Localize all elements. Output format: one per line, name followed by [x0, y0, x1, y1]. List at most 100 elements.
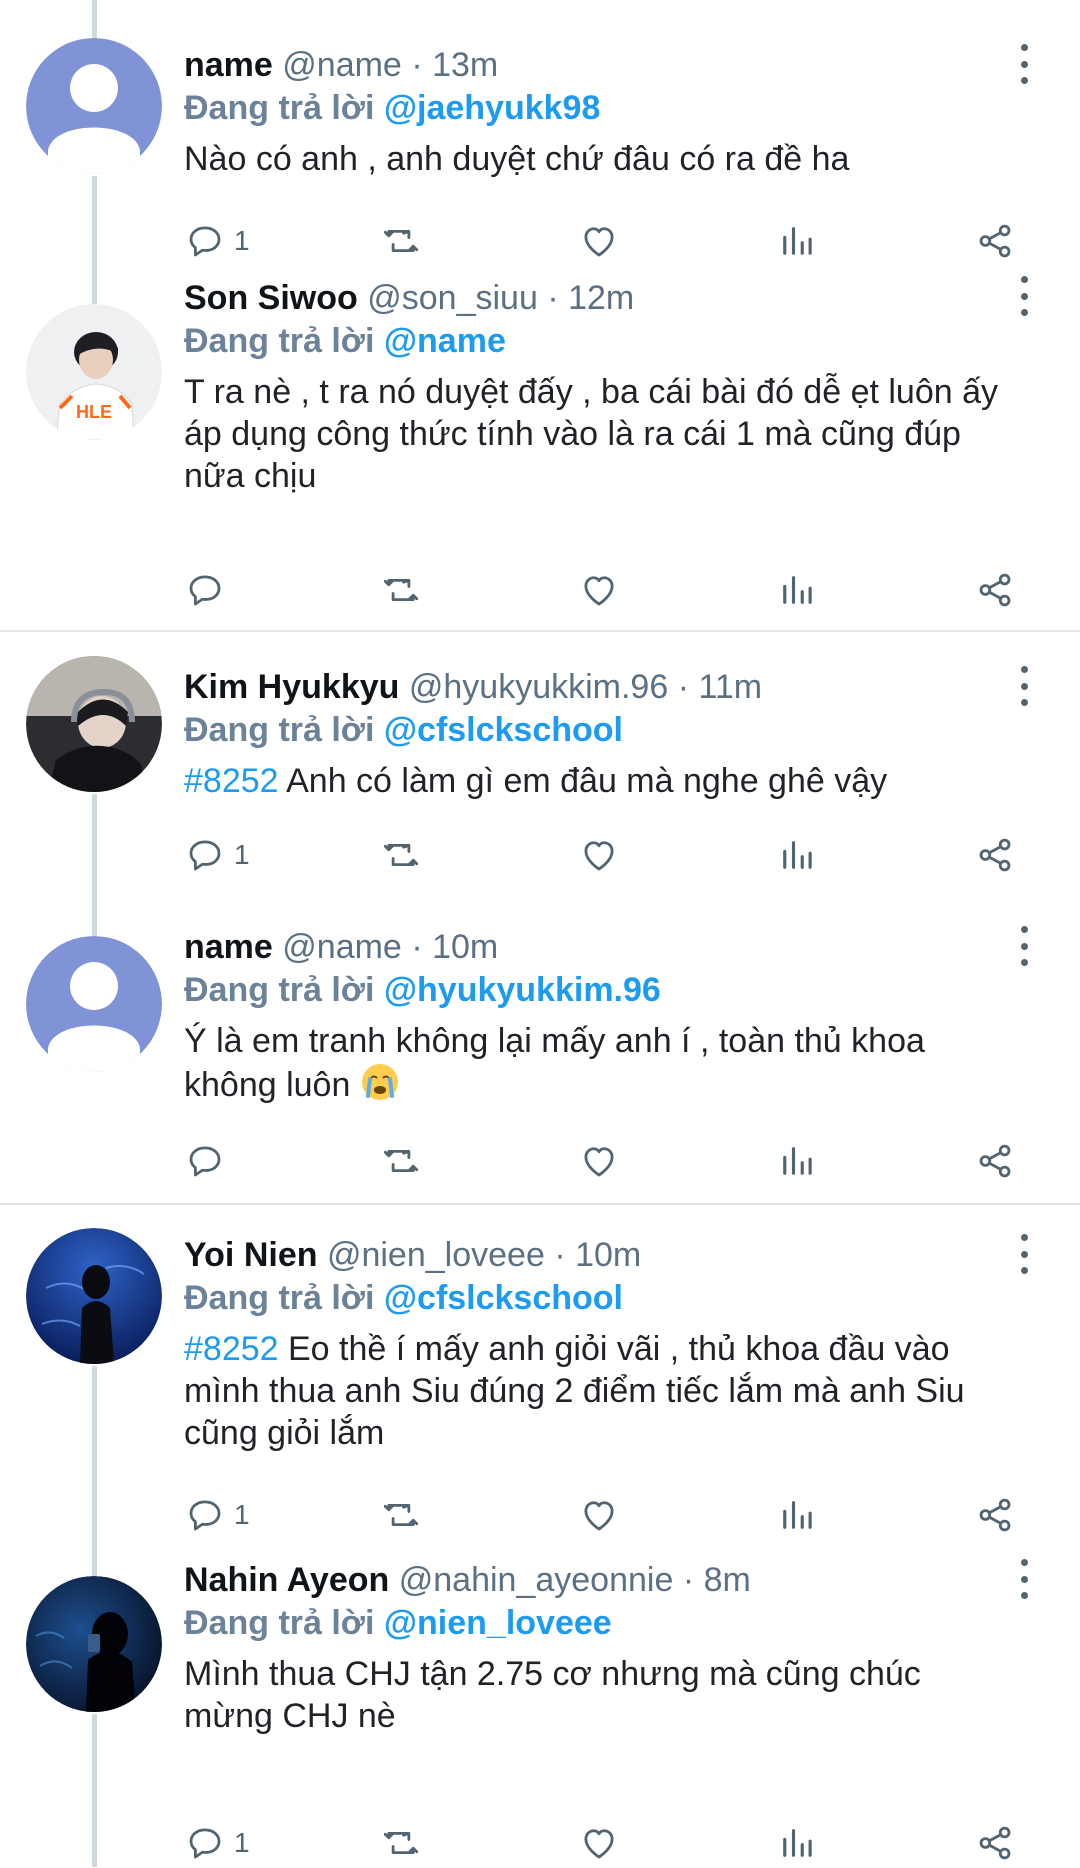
user-handle[interactable]: @hyukyukkim.96	[409, 668, 668, 706]
display-name[interactable]: name	[184, 928, 273, 966]
share-icon	[979, 573, 1011, 607]
tweet-text-content: Anh có làm gì em đâu mà nghe ghê vậy	[278, 762, 888, 800]
timestamp[interactable]: 8m	[704, 1561, 751, 1599]
share-icon	[979, 1144, 1011, 1178]
hashtag-link[interactable]: #8252	[184, 1330, 279, 1368]
action-bar: 1	[184, 1818, 1024, 1868]
more-options-button[interactable]	[1014, 926, 1034, 966]
more-options-button[interactable]	[1014, 44, 1034, 84]
views-button[interactable]	[776, 216, 818, 266]
display-name[interactable]: Son Siwoo	[184, 279, 358, 317]
user-handle[interactable]: @nahin_ayeonnie	[399, 1561, 674, 1599]
heart-icon	[584, 576, 614, 606]
replying-to-handle[interactable]: @name	[384, 322, 506, 360]
action-bar: 1	[184, 1490, 1024, 1540]
avatar[interactable]	[26, 936, 162, 1072]
share-button[interactable]	[974, 1818, 1016, 1868]
views-button[interactable]	[776, 1490, 818, 1540]
replying-to-handle[interactable]: @cfslckschool	[384, 711, 623, 749]
avatar[interactable]	[26, 38, 162, 174]
share-button[interactable]	[974, 830, 1016, 880]
separator-dot: ·	[677, 668, 690, 706]
reply-button[interactable]	[184, 1136, 234, 1186]
retweet-icon	[383, 1149, 419, 1173]
replying-to-label: Đang trả lời	[184, 1279, 375, 1317]
timestamp[interactable]: 10m	[575, 1236, 641, 1274]
bar-chart-icon	[783, 1501, 812, 1529]
share-button[interactable]	[974, 1490, 1016, 1540]
views-button[interactable]	[776, 1818, 818, 1868]
like-button[interactable]	[578, 1490, 620, 1540]
replying-to-label: Đang trả lời	[184, 89, 375, 127]
tweet[interactable]: Kim Hyukkyu @hyukyukkim.96 · 11m Đang tr…	[0, 632, 1080, 920]
retweet-button[interactable]	[380, 1136, 422, 1186]
more-options-button[interactable]	[1014, 666, 1034, 706]
like-button[interactable]	[578, 216, 620, 266]
views-button[interactable]	[776, 830, 818, 880]
share-button[interactable]	[974, 1136, 1016, 1186]
views-button[interactable]	[776, 565, 818, 615]
retweet-button[interactable]	[380, 1818, 422, 1868]
avatar[interactable]	[26, 1228, 162, 1364]
tweet-text-content: Nào có anh , anh duyệt chứ đâu có ra đề …	[184, 140, 850, 178]
replying-to-handle[interactable]: @jaehyukk98	[384, 89, 601, 127]
crying-face-emoji	[360, 1062, 400, 1112]
tweet-text: #8252 Anh có làm gì em đâu mà nghe ghê v…	[184, 760, 1010, 802]
tweet[interactable]: Yoi Nien @nien_loveee · 10m Đang trả lời…	[0, 1204, 1080, 1560]
replying-to-handle[interactable]: @hyukyukkim.96	[384, 971, 661, 1009]
user-handle[interactable]: @son_siuu	[367, 279, 538, 317]
share-button[interactable]	[974, 216, 1016, 266]
user-handle[interactable]: @name	[282, 46, 402, 84]
like-button[interactable]	[578, 565, 620, 615]
replying-to-label: Đang trả lời	[184, 971, 375, 1009]
user-handle[interactable]: @nien_loveee	[327, 1236, 545, 1274]
reply-button[interactable]: 1	[184, 830, 250, 880]
avatar[interactable]: HLE	[26, 304, 162, 440]
tweet[interactable]: Nahin Ayeon @nahin_ayeonnie · 8m Đang tr…	[0, 1559, 1080, 1868]
tweet[interactable]: name @name · 13m Đang trả lời @jaehyukk9…	[0, 0, 1080, 300]
tweet[interactable]: name @name · 10m Đang trả lời @hyukyukki…	[0, 920, 1080, 1205]
retweet-button[interactable]	[380, 565, 422, 615]
views-button[interactable]	[776, 1136, 818, 1186]
reply-button[interactable]	[184, 565, 234, 615]
tweet-text-content: Mình thua CHJ tận 2.75 cơ nhưng mà cũng …	[184, 1655, 921, 1735]
more-options-button[interactable]	[1014, 1234, 1034, 1274]
separator-dot: ·	[547, 279, 559, 317]
more-options-button[interactable]	[1014, 1559, 1034, 1599]
tweet-header: Kim Hyukkyu @hyukyukkim.96 · 11m	[184, 666, 1010, 708]
replying-to-line: Đang trả lời @nien_loveee	[184, 1601, 1010, 1645]
reply-button[interactable]: 1	[184, 1490, 250, 1540]
retweet-button[interactable]	[380, 1490, 422, 1540]
more-options-button[interactable]	[1014, 276, 1034, 316]
avatar[interactable]	[26, 1576, 162, 1712]
share-button[interactable]	[974, 565, 1016, 615]
display-name[interactable]: name	[184, 46, 273, 84]
retweet-button[interactable]	[380, 830, 422, 880]
display-name[interactable]: Yoi Nien	[184, 1236, 318, 1274]
retweet-button[interactable]	[380, 216, 422, 266]
profile-photo-aquarium-icon	[26, 1228, 162, 1364]
timestamp[interactable]: 12m	[568, 279, 634, 317]
hashtag-link[interactable]: #8252	[184, 762, 279, 800]
user-handle[interactable]: @name	[282, 928, 402, 966]
like-button[interactable]	[578, 830, 620, 880]
action-bar: 1	[184, 216, 1024, 266]
comment-icon	[189, 840, 221, 871]
display-name[interactable]: Nahin Ayeon	[184, 1561, 389, 1599]
tweet-text-content: Eo thề í mấy anh giỏi vãi , thủ khoa đầu…	[184, 1330, 965, 1452]
timestamp[interactable]: 13m	[432, 46, 498, 84]
replying-to-line: Đang trả lời @cfslckschool	[184, 708, 1010, 752]
separator-dot: ·	[411, 46, 423, 84]
replying-to-handle[interactable]: @cfslckschool	[384, 1279, 623, 1317]
timestamp[interactable]: 11m	[698, 668, 762, 706]
reply-button[interactable]: 1	[184, 216, 250, 266]
thread-line	[92, 176, 97, 300]
like-button[interactable]	[578, 1818, 620, 1868]
replying-to-handle[interactable]: @nien_loveee	[384, 1604, 612, 1642]
avatar[interactable]	[26, 656, 162, 792]
reply-button[interactable]: 1	[184, 1818, 250, 1868]
display-name[interactable]: Kim Hyukkyu	[184, 668, 399, 706]
like-button[interactable]	[578, 1136, 620, 1186]
tweet[interactable]: HLE Son Siwoo @son_siuu · 12m Đang trả l…	[0, 276, 1080, 632]
timestamp[interactable]: 10m	[432, 928, 498, 966]
